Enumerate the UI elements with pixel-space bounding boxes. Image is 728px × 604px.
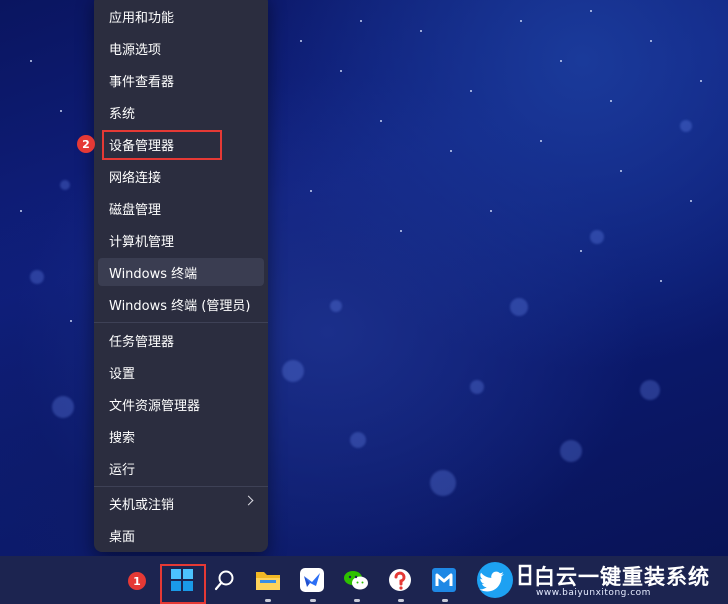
menu-item-network-connections[interactable]: 网络连接 <box>98 162 264 190</box>
menu-item-windows-terminal[interactable]: Windows 终端 <box>98 258 264 286</box>
menu-item-search[interactable]: 搜索 <box>98 422 264 450</box>
menu-item-event-viewer[interactable]: 事件查看器 <box>98 66 264 94</box>
menu-item-computer-management[interactable]: 计算机管理 <box>98 226 264 254</box>
file-explorer-icon <box>256 572 280 590</box>
menu-separator <box>94 486 268 487</box>
menu-item-system[interactable]: 系统 <box>98 98 264 126</box>
running-indicator <box>265 599 271 602</box>
taskbar-wechat[interactable] <box>338 562 374 598</box>
taskbar-file-explorer[interactable] <box>250 562 286 598</box>
menu-item-disk-management[interactable]: 磁盘管理 <box>98 194 264 222</box>
taskbar-feishu[interactable] <box>294 562 330 598</box>
wechat-icon <box>344 571 368 590</box>
menu-item-apps-features[interactable]: 应用和功能 <box>98 2 264 30</box>
menu-item-shutdown-signout[interactable]: 关机或注销 <box>98 489 264 517</box>
taskbar-maxthon[interactable] <box>426 562 462 598</box>
watermark-title: 白云一键重装系统 <box>534 565 710 589</box>
start-button-highlight-box <box>160 564 206 604</box>
device-manager-highlight-box <box>102 130 222 160</box>
menu-item-task-manager[interactable]: 任务管理器 <box>98 326 264 354</box>
watermark-url: www.baiyunxitong.com <box>536 588 651 598</box>
twitter-bird-icon <box>477 562 513 598</box>
menu-item-windows-terminal-admin[interactable]: Windows 终端 (管理员) <box>98 290 264 318</box>
menu-item-power-options[interactable]: 电源选项 <box>98 34 264 62</box>
search-icon <box>214 570 234 591</box>
taskbar-search-button[interactable] <box>207 562 243 598</box>
menu-item-settings[interactable]: 设置 <box>98 358 264 386</box>
chevron-right-icon <box>243 495 254 506</box>
maxthon-icon <box>432 568 456 592</box>
menu-item-file-explorer[interactable]: 文件资源管理器 <box>98 390 264 418</box>
watermark: 白云一键重装系统 www.baiyunxitong.com <box>476 558 728 604</box>
step-2-badge: 2 <box>77 135 95 153</box>
menu-item-run[interactable]: 运行 <box>98 454 264 482</box>
menu-separator <box>94 322 268 323</box>
start-context-menu: 应用和功能 电源选项 事件查看器 系统 设备管理器 网络连接 磁盘管理 计算机管… <box>94 0 268 552</box>
feishu-icon <box>300 568 324 592</box>
menu-item-desktop[interactable]: 桌面 <box>98 521 264 549</box>
running-indicator <box>354 599 360 602</box>
running-indicator <box>310 599 316 602</box>
running-indicator <box>442 599 448 602</box>
running-indicator <box>398 599 404 602</box>
baiyun-logo-icon <box>518 564 532 586</box>
step-1-badge: 1 <box>128 572 146 590</box>
taskbar-question-app[interactable] <box>382 562 418 598</box>
question-app-icon <box>389 569 411 591</box>
